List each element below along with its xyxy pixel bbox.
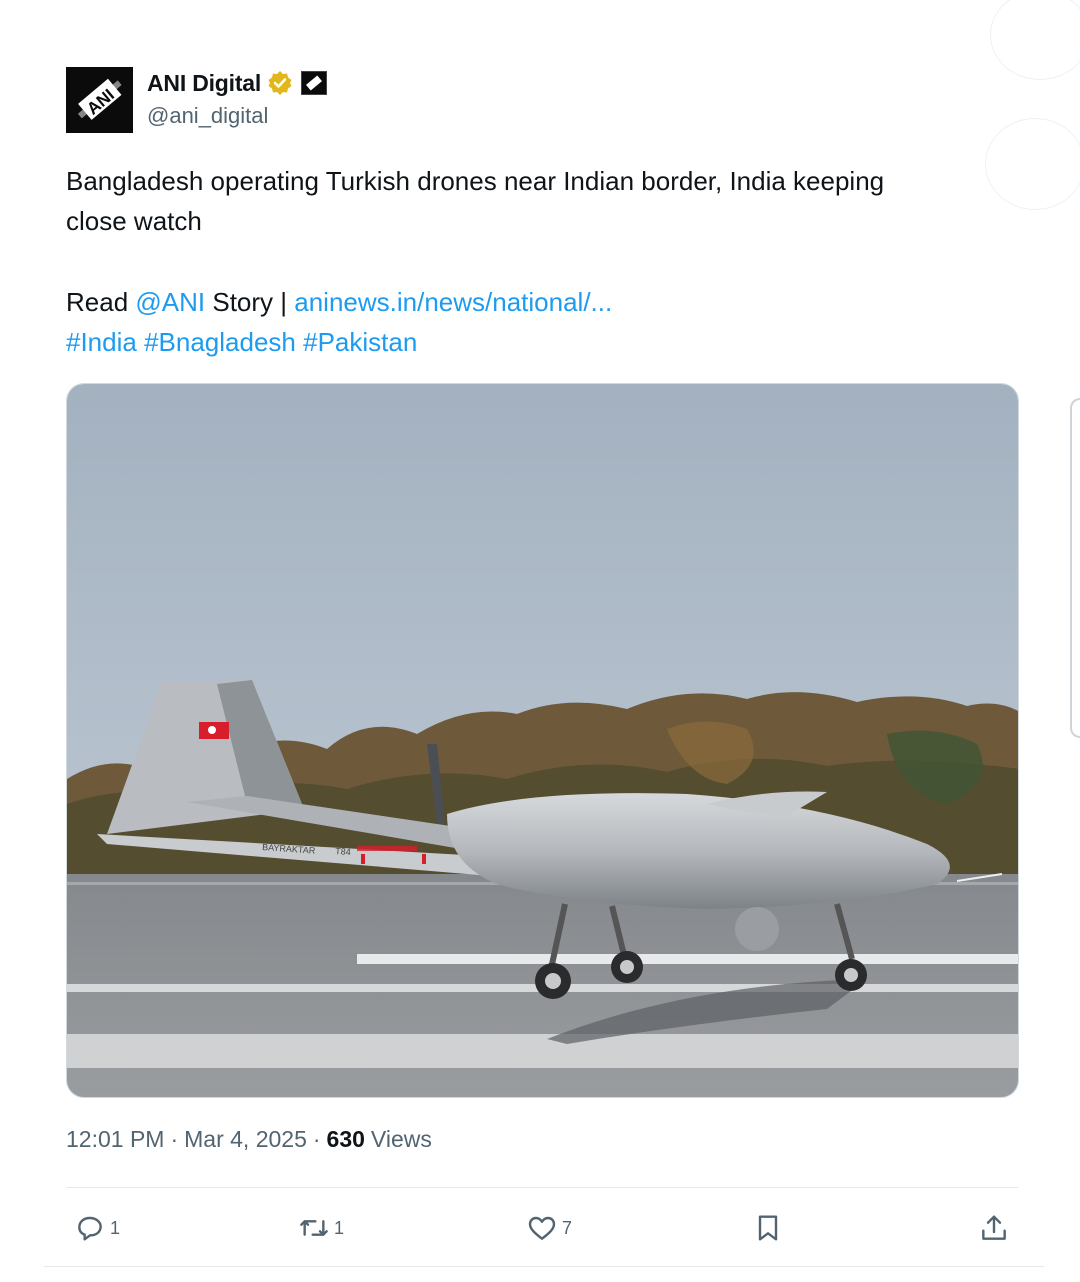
author-name-row[interactable]: ANI Digital — [147, 68, 328, 98]
hashtag-india[interactable]: #India — [66, 327, 137, 357]
handle[interactable]: @ani_digital — [147, 103, 268, 129]
bottom-divider — [44, 1266, 1044, 1267]
faint-circle-bottom — [985, 118, 1080, 210]
svg-text:T84: T84 — [335, 846, 351, 857]
tweet-text-line-2: close watch — [66, 206, 202, 236]
hashtag-bnagladesh[interactable]: #Bnagladesh — [144, 327, 296, 357]
tweet-meta: 12:01 PM · Mar 4, 2025 · 630 Views — [66, 1126, 432, 1153]
like-count: 7 — [562, 1217, 573, 1238]
story-text: Story | — [205, 287, 295, 317]
retweet-icon — [300, 1220, 328, 1236]
article-link[interactable]: aninews.in/news/national/... — [294, 287, 612, 317]
bookmark-icon — [758, 1215, 778, 1241]
tweet-date[interactable]: Mar 4, 2025 — [184, 1126, 307, 1153]
reply-icon — [78, 1216, 102, 1241]
affiliate-badge-icon[interactable] — [301, 71, 328, 95]
retweet-button[interactable]: 1 — [298, 1205, 344, 1251]
bookmark-button[interactable] — [752, 1205, 784, 1251]
tweet-time[interactable]: 12:01 PM — [66, 1126, 164, 1153]
faint-circle-top — [990, 0, 1080, 80]
views-label[interactable]: Views — [371, 1126, 432, 1153]
like-icon — [528, 1216, 556, 1240]
drone-photo: BAYRAKTAR T84 — [67, 384, 1018, 1097]
meta-separator: · — [312, 1126, 321, 1152]
ani-logo-icon: ANI — [66, 67, 133, 133]
reply-button[interactable]: 1 — [74, 1205, 120, 1251]
display-name[interactable]: ANI Digital — [147, 70, 261, 97]
share-icon — [982, 1215, 1006, 1240]
verified-badge-icon — [268, 71, 292, 95]
action-bar: 1 1 7 — [0, 1205, 1080, 1251]
meta-separator: · — [170, 1126, 179, 1152]
share-button[interactable] — [978, 1205, 1010, 1251]
like-button[interactable]: 7 — [526, 1205, 572, 1251]
divider — [66, 1187, 1018, 1188]
tweet-card: ANI ANI Digital @ani_digital Bangladesh … — [0, 0, 1080, 1282]
retweet-count: 1 — [334, 1217, 345, 1238]
hashtag-pakistan[interactable]: #Pakistan — [303, 327, 417, 357]
tweet-text-line-1: Bangladesh operating Turkish drones near… — [66, 166, 885, 196]
reply-count: 1 — [110, 1217, 121, 1238]
avatar[interactable]: ANI — [66, 67, 133, 133]
read-line: Read @ANI Story | aninews.in/news/nation… — [66, 282, 612, 322]
hashtag-line: #India #Bnagladesh #Pakistan — [66, 322, 417, 362]
views-count[interactable]: 630 — [327, 1126, 365, 1153]
side-scroll-tab[interactable] — [1070, 398, 1080, 738]
mention-link[interactable]: @ANI — [135, 287, 205, 317]
read-prefix: Read — [66, 287, 136, 317]
tweet-media-photo[interactable]: BAYRAKTAR T84 — [66, 383, 1019, 1098]
